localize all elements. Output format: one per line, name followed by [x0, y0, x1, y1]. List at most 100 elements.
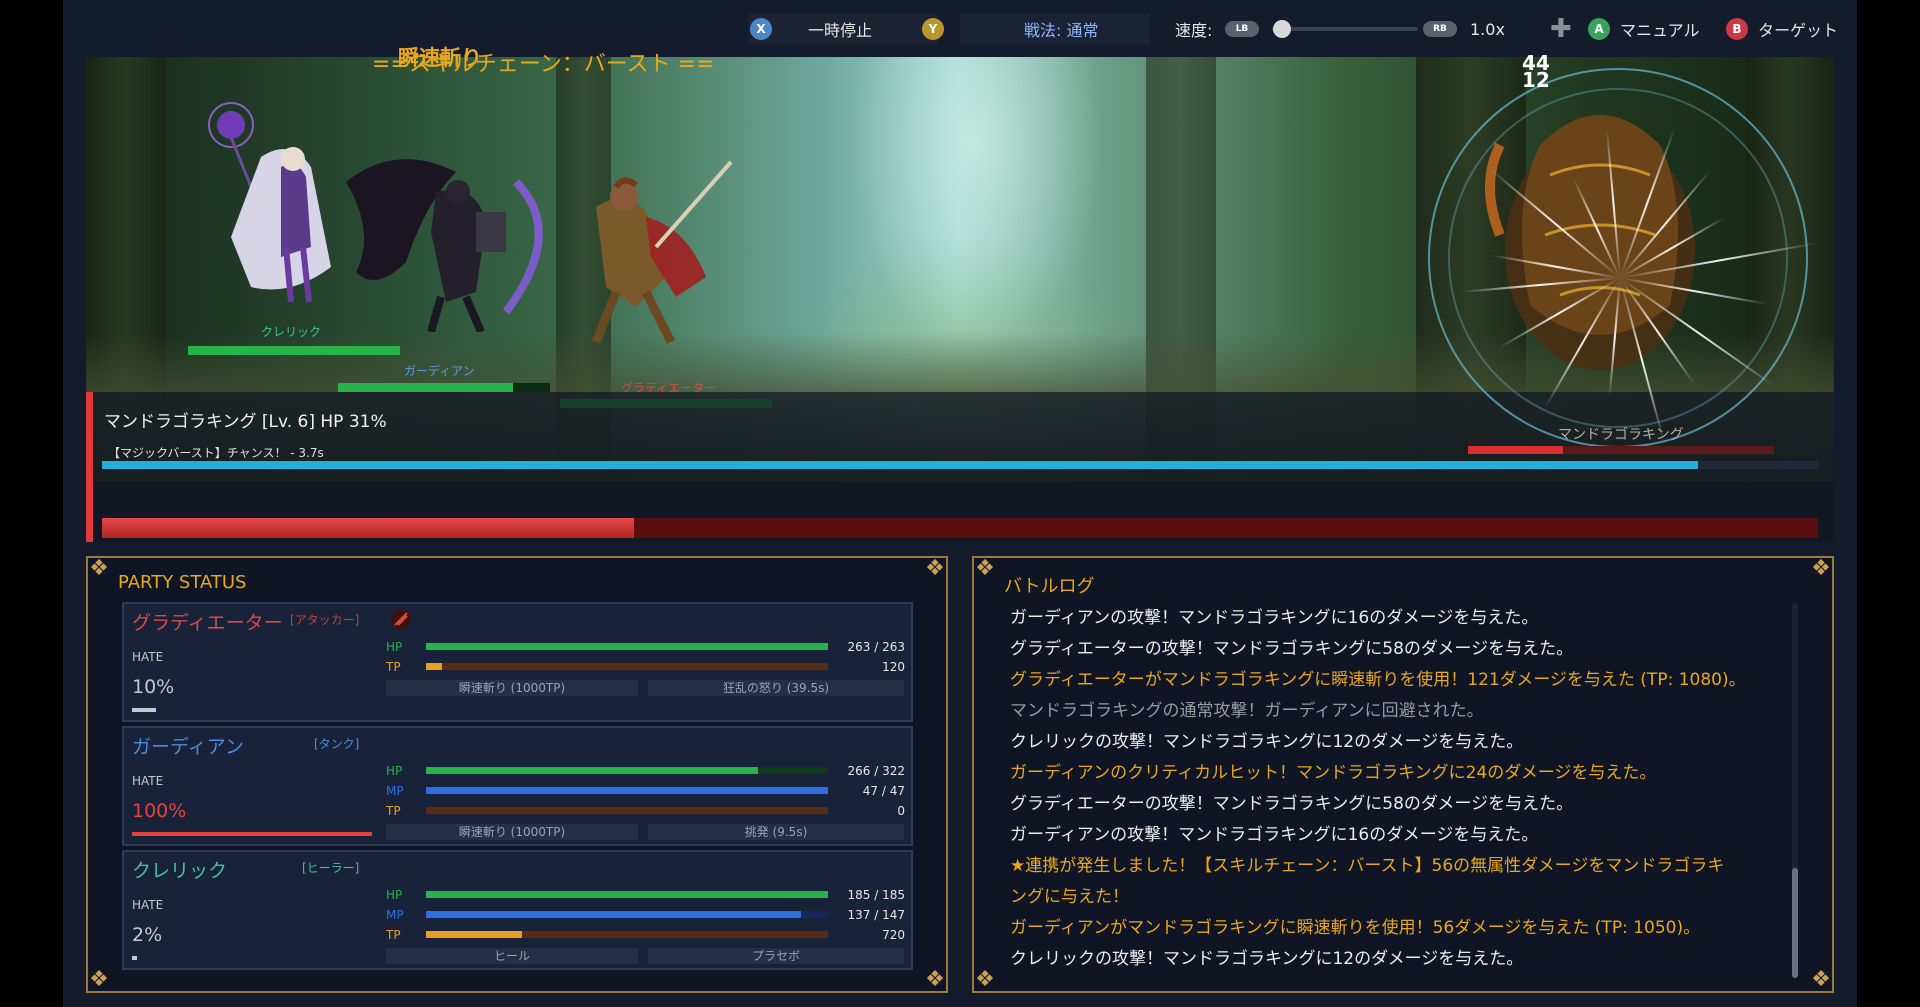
a-button-icon: A — [1588, 18, 1610, 40]
hate-value: 2% — [132, 924, 163, 946]
mp-bar — [426, 787, 828, 794]
lb-button-icon: LB — [1225, 21, 1259, 37]
mp-label: MP — [386, 784, 404, 798]
log-entry: ガーディアンのクリティカルヒット！マンドラゴラキングに24のダメージを与えた。 — [1010, 763, 1657, 783]
log-entry: グラディエーターの攻撃！マンドラゴラキングに58のダメージを与えた。 — [1010, 639, 1574, 659]
tp-bar — [426, 807, 828, 814]
boss-hp-bar — [102, 518, 1818, 538]
log-scrollbar[interactable] — [1792, 603, 1798, 978]
magic-burst-fill — [102, 461, 1698, 469]
skill-slot[interactable]: ヒール — [386, 948, 638, 964]
hp-value: 185 / 185 — [847, 888, 905, 902]
party-status-title: PARTY STATUS — [118, 572, 247, 593]
log-entry: グラディエーターの攻撃！マンドラゴラキングに58のダメージを与えた。 — [1010, 794, 1574, 814]
tp-value: 720 — [882, 928, 905, 942]
boss-hp-fill — [102, 518, 634, 538]
corner-ornament: ❖ — [89, 967, 109, 992]
hate-bar — [132, 708, 156, 712]
boss-mini-hp-bar — [1468, 446, 1774, 454]
guardian-hp-bar — [338, 383, 550, 392]
tp-bar — [426, 931, 828, 938]
log-entry: クレリックの攻撃！マンドラゴラキングに12のダメージを与えた。 — [1010, 949, 1524, 969]
skill-slot[interactable]: 狂乱の怒り (39.5s) — [648, 680, 904, 696]
speed-slider-knob[interactable] — [1273, 20, 1291, 38]
cleric-sprite[interactable] — [191, 97, 351, 307]
pause-label: 一時停止 — [808, 21, 873, 40]
manual-label: マニュアル — [1620, 21, 1700, 40]
mp-bar — [426, 911, 828, 918]
corner-ornament: ❖ — [1811, 556, 1831, 581]
hate-bar — [132, 956, 137, 960]
hate-label: HATE — [132, 774, 164, 788]
party-member-guardian[interactable]: ガーディアン [タンク] HATE 100% HP 266 / 322 MP 4… — [122, 726, 913, 846]
hp-label: HP — [386, 888, 403, 902]
tp-label: TP — [386, 804, 401, 818]
battle-log-panel: ❖ ❖ ❖ ❖ バトルログ ガーディアンの攻撃！マンドラゴラキングに16のダメー… — [972, 556, 1834, 993]
guardian-sprite[interactable] — [336, 142, 566, 332]
speed-label: 速度: — [1175, 21, 1213, 40]
hate-value: 10% — [132, 676, 175, 698]
pause-button[interactable]: X 一時停止 — [750, 14, 936, 44]
corner-ornament: ❖ — [925, 967, 945, 992]
mp-value: 137 / 147 — [847, 908, 905, 922]
speed-down-button[interactable]: LB — [1225, 14, 1259, 44]
manual-button[interactable]: A マニュアル — [1588, 14, 1700, 44]
member-role: [アタッカー] — [290, 613, 360, 627]
member-name: クレリック — [132, 860, 228, 882]
berserk-status-icon — [391, 609, 411, 629]
log-scrollbar-thumb[interactable] — [1792, 868, 1798, 978]
magic-burst-bar — [102, 461, 1818, 469]
tp-value: 0 — [897, 804, 905, 818]
skill-slot[interactable]: プラセボ — [648, 948, 904, 964]
tp-fill — [426, 663, 443, 670]
tp-bar — [426, 663, 828, 670]
hp-label: HP — [386, 640, 403, 654]
hp-bar — [426, 767, 828, 774]
hp-fill — [426, 891, 828, 898]
target-label: ターゲット — [1758, 21, 1839, 40]
hp-bar — [426, 891, 828, 898]
log-entry: クレリックの攻撃！マンドラゴラキングに12のダメージを与えた。 — [1010, 732, 1524, 752]
hp-fill — [426, 643, 828, 650]
skill-slot[interactable]: 瞬速斬り (1000TP) — [386, 680, 638, 696]
x-button-icon: X — [750, 18, 772, 40]
hp-value: 263 / 263 — [847, 640, 905, 654]
log-entry: ガーディアンの攻撃！マンドラゴラキングに16のダメージを与えた。 — [1010, 608, 1539, 628]
gladiator-sprite[interactable] — [556, 157, 756, 347]
mp-fill — [426, 911, 801, 918]
magic-burst-text: 【マジックバースト】チャンス！ - 3.7s — [108, 446, 324, 460]
dpad-plus-icon: ✚ — [1550, 14, 1572, 44]
member-name: グラディエーター — [132, 612, 283, 634]
hp-value: 266 / 322 — [847, 764, 905, 778]
guardian-hp-fill — [338, 383, 514, 392]
b-button-icon: B — [1726, 18, 1748, 40]
hp-fill — [426, 767, 759, 774]
tactics-label: 戦法: 通常 — [1024, 21, 1099, 40]
damage-number: 12 — [1522, 68, 1550, 92]
tactics-button[interactable]: Y 戦法: 通常 — [922, 14, 1152, 44]
corner-ornament: ❖ — [975, 967, 995, 992]
skill-chain-banner: ==スキルチェーン：バースト == — [372, 52, 715, 77]
mp-fill — [426, 787, 828, 794]
speed-slider[interactable] — [1272, 27, 1418, 31]
member-name: ガーディアン — [132, 736, 244, 758]
tp-label: TP — [386, 660, 401, 674]
mp-value: 47 / 47 — [862, 784, 905, 798]
corner-ornament: ❖ — [975, 556, 995, 581]
log-entry: マンドラゴラキングの通常攻撃！ガーディアンに回避された。 — [1010, 701, 1484, 721]
target-button[interactable]: B ターゲット — [1726, 14, 1838, 44]
tp-label: TP — [386, 928, 401, 942]
mp-label: MP — [386, 908, 404, 922]
hate-bar — [132, 832, 372, 836]
log-entry: ングに与えた！ — [1010, 887, 1129, 907]
party-member-cleric[interactable]: クレリック [ヒーラー] HATE 2% HP 185 / 185 MP 137… — [122, 850, 913, 970]
speed-up-button[interactable]: RB — [1423, 14, 1457, 44]
skill-slot[interactable]: 瞬速斬り (1000TP) — [386, 824, 638, 840]
party-member-gladiator[interactable]: グラディエーター [アタッカー] HATE 10% HP 263 / 263 T… — [122, 602, 913, 722]
log-entry: ガーディアンがマンドラゴラキングに瞬速斬りを使用！56ダメージを与えた (TP:… — [1010, 918, 1701, 938]
skill-slot[interactable]: 挑発 (9.5s) — [648, 824, 904, 840]
cleric-hp-bar — [188, 346, 400, 355]
log-entry: ★連携が発生しました！【スキルチェーン：バースト】56の無属性ダメージをマンドラ… — [1010, 856, 1725, 876]
tp-value: 120 — [882, 660, 905, 674]
speed-value: 1.0x — [1470, 19, 1505, 39]
